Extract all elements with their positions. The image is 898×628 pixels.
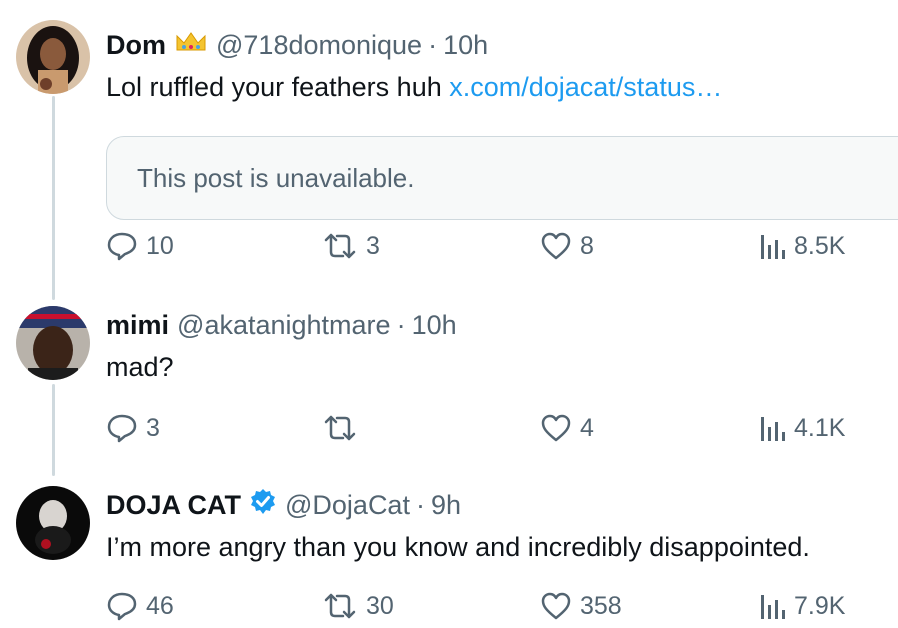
reply-button[interactable]: 46 [106,588,174,624]
repost-button[interactable]: 30 [322,588,394,624]
reply-button[interactable]: 10 [106,228,174,264]
tweet-text: mad? [106,352,174,382]
repost-icon [322,414,358,442]
repost-count: 30 [366,591,394,620]
reply-icon [106,591,138,621]
repost-icon [322,592,358,620]
display-name[interactable]: Dom [106,30,166,61]
reply-count: 10 [146,231,174,260]
quoted-post-card[interactable]: This post is unavailable. [106,136,898,220]
timestamp[interactable]: 10h [412,310,457,341]
status-link[interactable]: x.com/dojacat/status… [449,72,722,102]
separator: · [415,489,425,520]
avatar[interactable] [16,486,90,560]
like-button[interactable]: 358 [540,588,622,624]
action-bar: 3 4 4.1K [0,410,898,446]
heart-icon [540,413,572,443]
view-count: 8.5K [794,231,846,260]
analytics-icon [758,231,786,261]
repost-icon [322,232,358,260]
repost-button[interactable] [322,410,366,446]
heart-icon [540,591,572,621]
tweet[interactable]: DOJA CAT @DojaCat · 9h I’m more angry th… [0,476,898,628]
like-button[interactable]: 4 [540,410,594,446]
analytics-icon [758,413,786,443]
unavailable-message: This post is unavailable. [137,163,415,193]
tweet-header: mimi @akatanightmare · 10h [106,308,457,342]
repost-button[interactable]: 3 [322,228,380,264]
user-handle[interactable]: @718domonique [216,30,422,61]
timestamp[interactable]: 9h [431,490,461,521]
reply-icon [106,231,138,261]
like-button[interactable]: 8 [540,228,594,264]
tweet[interactable]: Dom @718domonique · 10h Lol ruffled your… [0,16,898,286]
action-bar: 10 3 8 8.5K [0,228,898,264]
view-count: 7.9K [794,591,846,620]
avatar[interactable] [16,20,90,94]
like-count: 4 [580,413,594,442]
views-button[interactable]: 4.1K [758,410,845,446]
heart-icon [540,231,572,261]
tweet-text: I’m more angry than you know and incredi… [106,532,810,562]
tweet-header: Dom @718domonique · 10h [106,28,488,62]
tweet-header: DOJA CAT @DojaCat · 9h [106,488,461,522]
reply-button[interactable]: 3 [106,410,160,446]
separator: · [396,309,406,340]
reply-icon [106,413,138,443]
action-bar: 46 30 358 7.9K [0,588,898,624]
reply-count: 46 [146,591,174,620]
view-count: 4.1K [794,413,846,442]
timestamp[interactable]: 10h [443,30,488,61]
avatar[interactable] [16,306,90,380]
user-handle[interactable]: @DojaCat [285,490,410,521]
separator: · [428,29,438,60]
user-handle[interactable]: @akatanightmare [177,310,391,341]
tweet-body: Lol ruffled your feathers huh [106,72,450,102]
verified-badge-icon [249,488,277,523]
display-name[interactable]: mimi [106,310,169,341]
like-count: 8 [580,231,594,260]
reply-count: 3 [146,413,160,442]
views-button[interactable]: 7.9K [758,588,845,624]
tweet[interactable]: mimi @akatanightmare · 10h mad? 3 4 4.1K [0,296,898,476]
analytics-icon [758,591,786,621]
repost-count: 3 [366,231,380,260]
views-button[interactable]: 8.5K [758,228,845,264]
display-name[interactable]: DOJA CAT [106,490,241,521]
tweet-text: Lol ruffled your feathers huh x.com/doja… [106,70,722,104]
crown-icon [174,30,208,61]
like-count: 358 [580,591,622,620]
